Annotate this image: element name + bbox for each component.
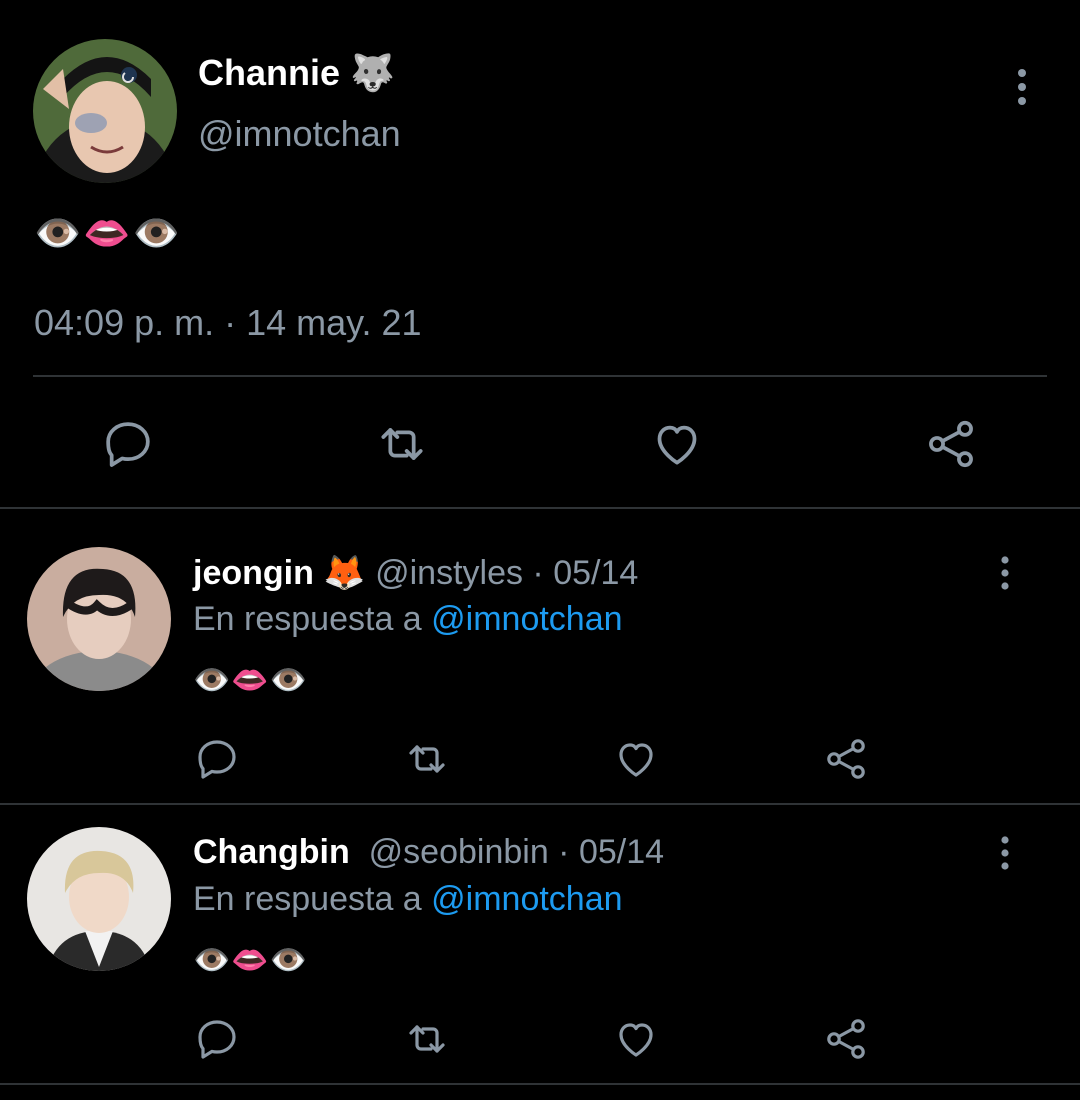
share-icon[interactable]: [923, 416, 979, 472]
avatar[interactable]: [27, 827, 171, 971]
tweet-text: 👁️👄👁️: [193, 664, 309, 697]
timestamp[interactable]: 04:09 p. m. · 14 may. 21: [34, 302, 422, 344]
display-name[interactable]: Channie 🐺: [198, 52, 395, 94]
reply-prefix: En respuesta a: [193, 880, 432, 918]
more-options-icon[interactable]: [1006, 68, 1038, 106]
reply-icon[interactable]: [193, 1015, 241, 1063]
reply-tweet[interactable]: Changbin @seobinbin · 05/14 En respuesta…: [0, 805, 1080, 1085]
display-name[interactable]: Changbin: [193, 833, 350, 871]
retweet-icon[interactable]: [403, 1015, 451, 1063]
reply-context: En respuesta a @imnotchan: [193, 880, 623, 919]
share-icon[interactable]: [822, 735, 870, 783]
handle-and-date[interactable]: @instyles · 05/14: [366, 554, 638, 592]
mention-link[interactable]: @imnotchan: [431, 880, 622, 918]
like-icon[interactable]: [612, 1015, 660, 1063]
main-tweet: Channie 🐺 @imnotchan 👁️👄👁️ 04:09 p. m. ·…: [0, 0, 1080, 508]
retweet-icon[interactable]: [374, 416, 430, 472]
divider: [33, 375, 1047, 377]
more-options-icon[interactable]: [990, 835, 1020, 871]
mention-link[interactable]: @imnotchan: [431, 600, 622, 638]
reply-icon[interactable]: [100, 416, 156, 472]
reply-icon[interactable]: [193, 735, 241, 783]
reply-header: Changbin @seobinbin · 05/14: [193, 833, 664, 872]
tweet-text: 👁️👄👁️: [34, 213, 182, 255]
like-icon[interactable]: [612, 735, 660, 783]
divider: [0, 1083, 1080, 1085]
more-options-icon[interactable]: [990, 555, 1020, 591]
reply-tweet[interactable]: jeongin 🦊 @instyles · 05/14 En respuesta…: [0, 509, 1080, 803]
display-name[interactable]: jeongin 🦊: [193, 554, 366, 592]
avatar[interactable]: [33, 39, 177, 183]
user-handle[interactable]: @imnotchan: [198, 113, 401, 155]
reply-context: En respuesta a @imnotchan: [193, 600, 623, 639]
avatar[interactable]: [27, 547, 171, 691]
share-icon[interactable]: [822, 1015, 870, 1063]
handle-and-date[interactable]: @seobinbin · 05/14: [350, 833, 664, 871]
like-icon[interactable]: [649, 416, 705, 472]
tweet-thread: Channie 🐺 @imnotchan 👁️👄👁️ 04:09 p. m. ·…: [0, 0, 1080, 1100]
reply-header: jeongin 🦊 @instyles · 05/14: [193, 553, 638, 593]
retweet-icon[interactable]: [403, 735, 451, 783]
reply-prefix: En respuesta a: [193, 600, 432, 638]
tweet-text: 👁️👄👁️: [193, 944, 309, 977]
